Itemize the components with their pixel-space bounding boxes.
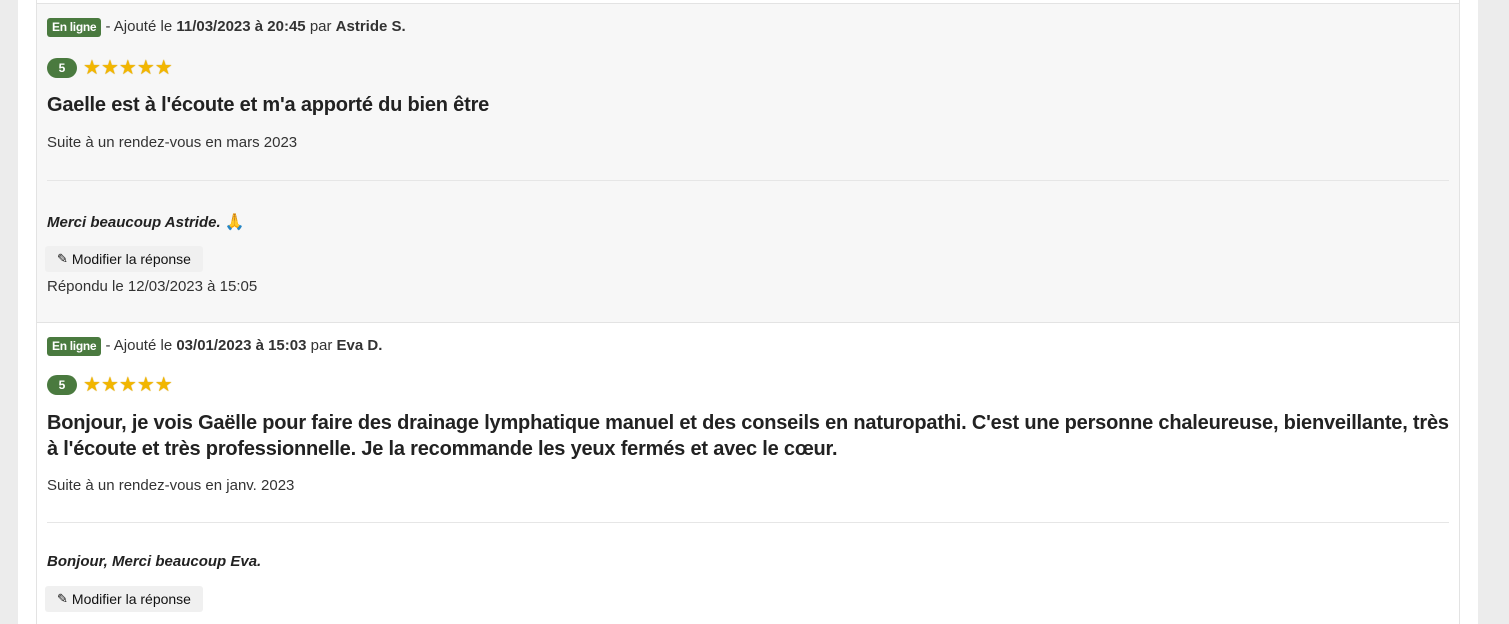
star-icon: ★ [154, 57, 173, 79]
review-item: En ligne - Ajouté le 03/01/2023 à 15:03 … [37, 322, 1459, 624]
score-badge: 5 [47, 58, 77, 78]
page-container: En ligne - Ajouté le 11/03/2023 à 20:45 … [18, 0, 1478, 624]
rating-row: 5 ★ ★ ★ ★ ★ [47, 58, 173, 78]
divider [47, 522, 1449, 523]
review-meta: En ligne - Ajouté le 03/01/2023 à 15:03 … [47, 337, 382, 356]
star-rating: ★ ★ ★ ★ ★ [83, 375, 173, 395]
star-icon: ★ [154, 374, 173, 396]
review-author: Eva D. [336, 337, 383, 354]
edit-reply-button[interactable]: ✎ Modifier la réponse [45, 586, 203, 612]
star-icon: ★ [100, 57, 119, 79]
answered-date: Répondu le 12/03/2023 à 15:05 [47, 278, 258, 295]
star-icon: ★ [100, 374, 119, 396]
star-icon: ★ [118, 374, 137, 396]
reply-text: Merci beaucoup Astride. 🙏 [47, 212, 245, 232]
review-item: En ligne - Ajouté le 11/03/2023 à 20:45 … [37, 3, 1459, 322]
added-prefix: - Ajouté le [105, 337, 173, 354]
review-author: Astride S. [335, 18, 406, 35]
visit-info: Suite à un rendez-vous en janv. 2023 [47, 477, 295, 494]
edit-icon: ✎ [57, 251, 68, 266]
edit-reply-button[interactable]: ✎ Modifier la réponse [45, 246, 203, 272]
review-date: 11/03/2023 à 20:45 [176, 18, 306, 35]
review-title: Bonjour, je vois Gaëlle pour faire des d… [47, 412, 1449, 460]
by-label: par [310, 337, 333, 354]
reviews-list: En ligne - Ajouté le 11/03/2023 à 20:45 … [36, 0, 1460, 624]
star-icon: ★ [83, 374, 101, 396]
divider [47, 180, 1449, 181]
review-meta: En ligne - Ajouté le 11/03/2023 à 20:45 … [47, 18, 406, 37]
reply-text: Bonjour, Merci beaucoup Eva. [47, 553, 261, 570]
star-icon: ★ [83, 57, 101, 79]
reply-message: Bonjour, Merci beaucoup Eva. [47, 553, 262, 570]
visit-info: Suite à un rendez-vous en mars 2023 [47, 134, 298, 151]
rating-row: 5 ★ ★ ★ ★ ★ [47, 375, 173, 395]
star-icon: ★ [118, 57, 137, 79]
reply-message: Merci beaucoup Astride. [47, 214, 221, 231]
pray-emoji: 🙏 [224, 214, 245, 231]
by-label: par [309, 18, 332, 35]
star-rating: ★ ★ ★ ★ ★ [83, 58, 173, 78]
edit-reply-label: Modifier la réponse [71, 591, 191, 607]
score-badge: 5 [47, 375, 77, 395]
review-title: Gaelle est à l'écoute et m'a apporté du … [47, 94, 490, 116]
status-badge: En ligne [47, 18, 102, 37]
star-icon: ★ [136, 57, 155, 79]
review-date: 03/01/2023 à 15:03 [176, 337, 307, 354]
edit-icon: ✎ [57, 591, 68, 606]
edit-reply-label: Modifier la réponse [71, 251, 191, 267]
added-prefix: - Ajouté le [105, 18, 173, 35]
status-badge: En ligne [47, 337, 102, 356]
star-icon: ★ [136, 374, 155, 396]
